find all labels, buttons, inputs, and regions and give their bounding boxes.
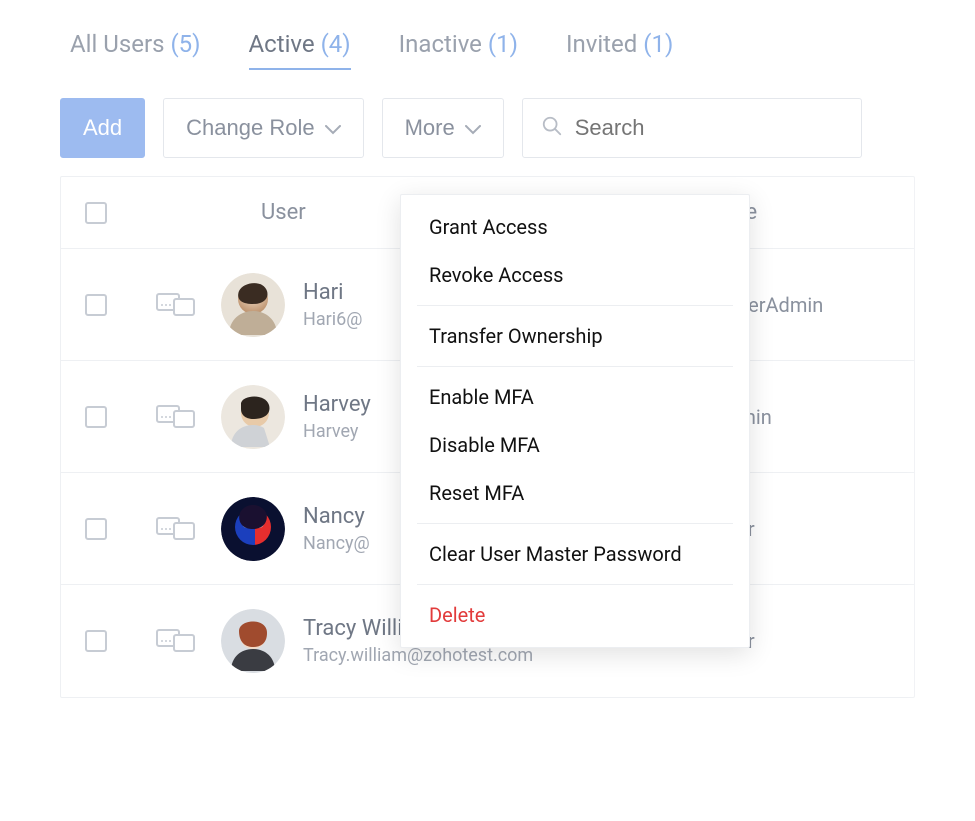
search-field[interactable] xyxy=(522,98,862,158)
search-icon xyxy=(541,115,563,141)
user-email: Hari6@ xyxy=(303,309,362,330)
user-name: Nancy xyxy=(303,504,370,529)
user-name: Hari xyxy=(303,280,362,305)
tab-label: All Users xyxy=(70,30,164,58)
more-button[interactable]: More xyxy=(382,98,504,158)
toolbar: Add Change Role More xyxy=(60,98,915,158)
menu-disable-mfa[interactable]: Disable MFA xyxy=(401,421,749,469)
menu-delete[interactable]: Delete xyxy=(401,591,749,639)
user-email: Harvey xyxy=(303,421,371,442)
chevron-down-icon xyxy=(325,115,341,141)
menu-grant-access[interactable]: Grant Access xyxy=(401,203,749,251)
change-role-label: Change Role xyxy=(186,115,314,141)
avatar xyxy=(221,497,285,561)
user-email: Nancy@ xyxy=(303,533,370,554)
row-checkbox[interactable] xyxy=(85,518,107,540)
select-all-checkbox[interactable] xyxy=(85,202,107,224)
menu-separator xyxy=(417,584,733,585)
chevron-down-icon xyxy=(465,115,481,141)
devices-icon xyxy=(131,626,221,656)
menu-enable-mfa[interactable]: Enable MFA xyxy=(401,373,749,421)
more-menu: Grant Access Revoke Access Transfer Owne… xyxy=(400,194,750,648)
user-name: Harvey xyxy=(303,392,371,417)
row-checkbox[interactable] xyxy=(85,406,107,428)
menu-separator xyxy=(417,366,733,367)
add-label: Add xyxy=(83,115,122,141)
tab-inactive[interactable]: Inactive (1) xyxy=(399,30,518,70)
menu-reset-mfa[interactable]: Reset MFA xyxy=(401,469,749,517)
menu-transfer-ownership[interactable]: Transfer Ownership xyxy=(401,312,749,360)
tab-count: (1) xyxy=(488,30,518,58)
tab-active[interactable]: Active (4) xyxy=(249,30,351,70)
tab-label: Invited xyxy=(566,30,637,58)
user-email: Tracy.william@zohotest.com xyxy=(303,645,533,666)
menu-revoke-access[interactable]: Revoke Access xyxy=(401,251,749,299)
search-input[interactable] xyxy=(575,115,843,141)
tab-count: (4) xyxy=(321,30,351,58)
tab-count: (5) xyxy=(170,30,200,58)
change-role-button[interactable]: Change Role xyxy=(163,98,363,158)
add-button[interactable]: Add xyxy=(60,98,145,158)
row-checkbox[interactable] xyxy=(85,630,107,652)
avatar xyxy=(221,609,285,673)
tab-label: Active xyxy=(249,30,315,58)
tab-all-users[interactable]: All Users (5) xyxy=(70,30,201,70)
menu-separator xyxy=(417,305,733,306)
avatar xyxy=(221,385,285,449)
devices-icon xyxy=(131,290,221,320)
devices-icon xyxy=(131,514,221,544)
more-label: More xyxy=(405,115,455,141)
menu-separator xyxy=(417,523,733,524)
tab-count: (1) xyxy=(643,30,673,58)
row-checkbox[interactable] xyxy=(85,294,107,316)
user-tabs: All Users (5) Active (4) Inactive (1) In… xyxy=(60,30,915,70)
menu-clear-password[interactable]: Clear User Master Password xyxy=(401,530,749,578)
tab-label: Inactive xyxy=(399,30,482,58)
tab-invited[interactable]: Invited (1) xyxy=(566,30,673,70)
avatar xyxy=(221,273,285,337)
devices-icon xyxy=(131,402,221,432)
